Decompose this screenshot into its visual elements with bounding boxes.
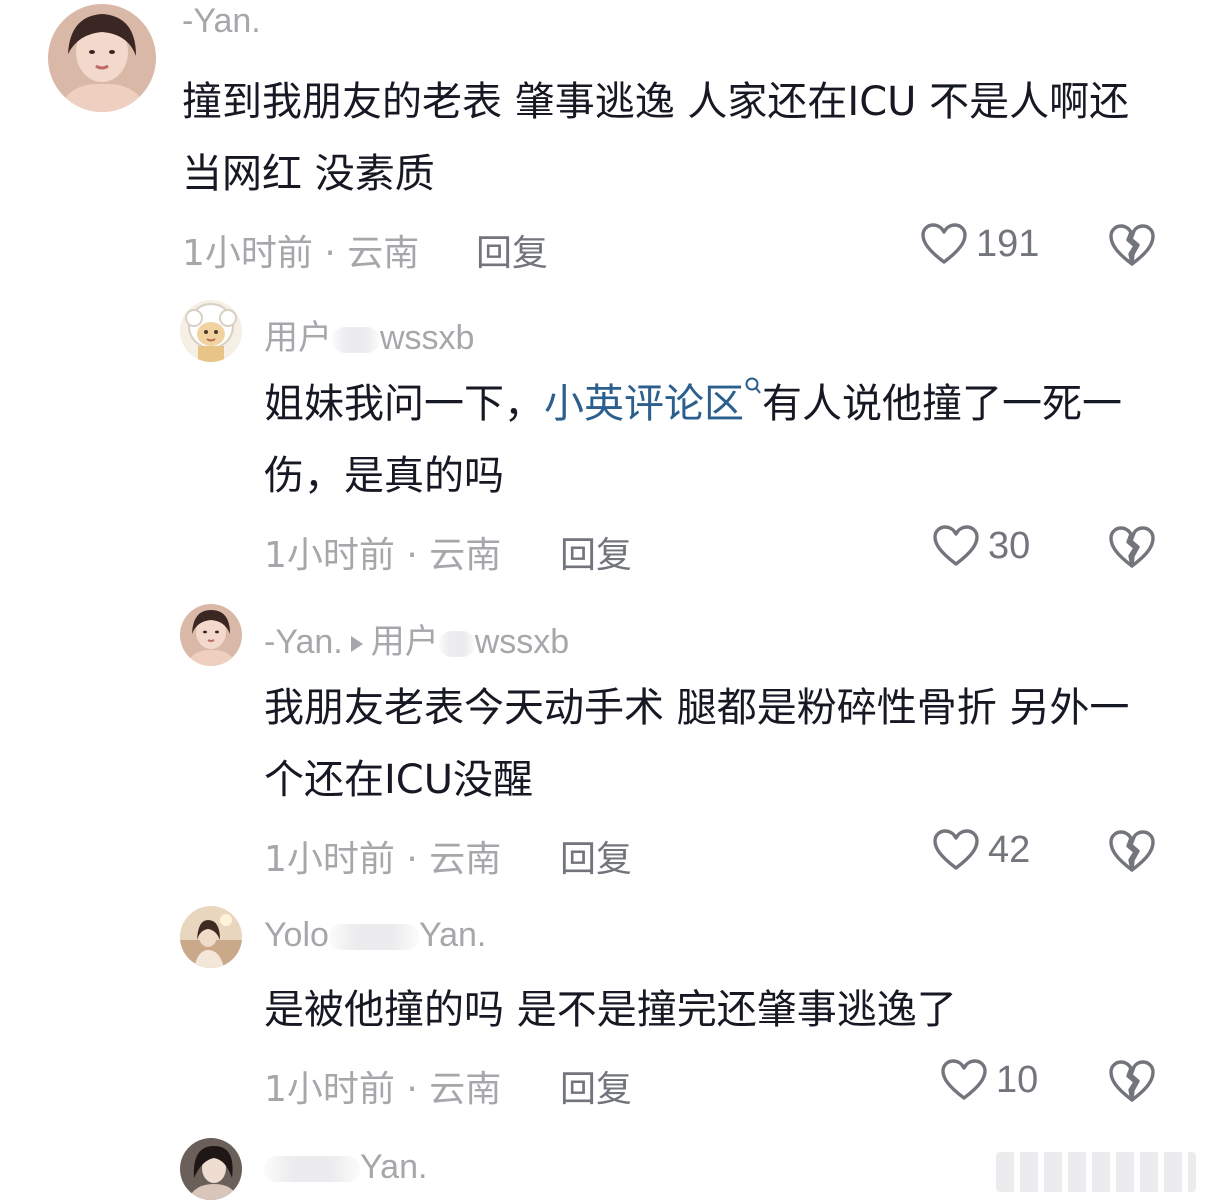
comment-text: 是被他撞的吗 是不是撞完还肇事逃逸了 <box>264 974 1144 1046</box>
username[interactable]: -Yan. <box>182 2 261 41</box>
like-count: 42 <box>988 828 1031 871</box>
reply-button[interactable]: 回复 <box>560 1060 632 1112</box>
username-text: -Yan. <box>264 623 343 661</box>
heart-icon <box>921 223 967 264</box>
blurred-username <box>328 924 419 951</box>
like-count: 191 <box>976 222 1040 265</box>
username[interactable]: -Yan. 用户 wssxb <box>264 614 569 663</box>
broken-heart-icon[interactable] <box>1108 1058 1156 1104</box>
reply-to-prefix: 用户 <box>370 623 439 661</box>
comment-text: 撞到我朋友的老表 肇事逃逸 人家还在ICU 不是人啊还当网红 没素质 <box>182 66 1142 210</box>
reply-to-suffix: wssxb <box>474 623 570 661</box>
like-count: 10 <box>996 1058 1039 1101</box>
username[interactable]: Yolo Yan. <box>264 916 486 955</box>
username-text: -Yan. <box>182 2 261 40</box>
comment-meta: 1小时前 · 云南 <box>264 839 502 880</box>
comment-meta: 1小时前 · 云南 <box>264 1069 502 1110</box>
avatar[interactable] <box>180 906 242 968</box>
comment-text-before: 姐妹我问一下， <box>264 381 544 427</box>
comment-meta: 1小时前 · 云南 <box>182 233 420 274</box>
broken-heart-icon[interactable] <box>1108 828 1156 874</box>
username-suffix: Yan. <box>418 916 487 954</box>
broken-heart-icon[interactable] <box>1108 524 1156 570</box>
reply-arrow-icon <box>350 636 363 653</box>
heart-icon <box>933 525 979 566</box>
comment-text-body: 撞到我朋友的老表 肇事逃逸 人家还在ICU 不是人啊还当网红 没素质 <box>182 79 1130 197</box>
search-link-text: 小英评论区 <box>544 381 744 427</box>
username-suffix: wssxb <box>380 319 475 357</box>
avatar[interactable] <box>180 1138 242 1200</box>
like-button[interactable]: 191 <box>920 222 1039 266</box>
reply-button[interactable]: 回复 <box>560 526 632 578</box>
blurred-username <box>438 631 475 658</box>
username-prefix: 用户 <box>264 319 332 357</box>
comment-text-body: 是被他撞的吗 是不是撞完还肇事逃逸了 <box>264 987 957 1033</box>
user-avatar-icon <box>180 906 242 968</box>
username[interactable]: Yan. <box>264 1148 427 1187</box>
heart-icon <box>941 1059 987 1100</box>
reply-button[interactable]: 回复 <box>476 224 548 276</box>
sheep-avatar-icon <box>180 300 242 362</box>
search-icon <box>745 377 761 394</box>
blurred-username <box>332 327 380 354</box>
comment-text: 我朋友老表今天动手术 腿都是粉碎性骨折 另外一个还在ICU没醒 <box>264 672 1144 816</box>
search-link[interactable]: 小英评论区 <box>544 377 762 427</box>
user-avatar-icon <box>48 4 156 112</box>
comment-text: 姐妹我问一下，小英评论区 有人说他撞了一死一伤，是真的吗 <box>264 368 1144 512</box>
like-count: 30 <box>988 524 1031 567</box>
like-button[interactable]: 42 <box>932 828 1030 872</box>
broken-heart-icon[interactable] <box>1108 222 1156 268</box>
comment-text-body: 我朋友老表今天动手术 腿都是粉碎性骨折 另外一个还在ICU没醒 <box>264 685 1130 803</box>
heart-icon <box>933 829 979 870</box>
user-avatar-icon <box>180 1138 242 1200</box>
comment-meta: 1小时前 · 云南 <box>264 535 502 576</box>
user-avatar-icon <box>180 604 242 666</box>
like-button[interactable]: 10 <box>940 1058 1038 1102</box>
reply-button[interactable]: 回复 <box>560 830 632 882</box>
username-prefix: Yolo <box>264 916 329 954</box>
avatar[interactable] <box>180 604 242 666</box>
avatar[interactable] <box>48 4 156 112</box>
username-suffix: Yan. <box>360 1148 428 1186</box>
avatar[interactable] <box>180 300 242 362</box>
username[interactable]: 用户 wssxb <box>264 310 474 359</box>
like-button[interactable]: 30 <box>932 524 1030 568</box>
watermark <box>996 1152 1196 1192</box>
blurred-username <box>264 1156 360 1183</box>
